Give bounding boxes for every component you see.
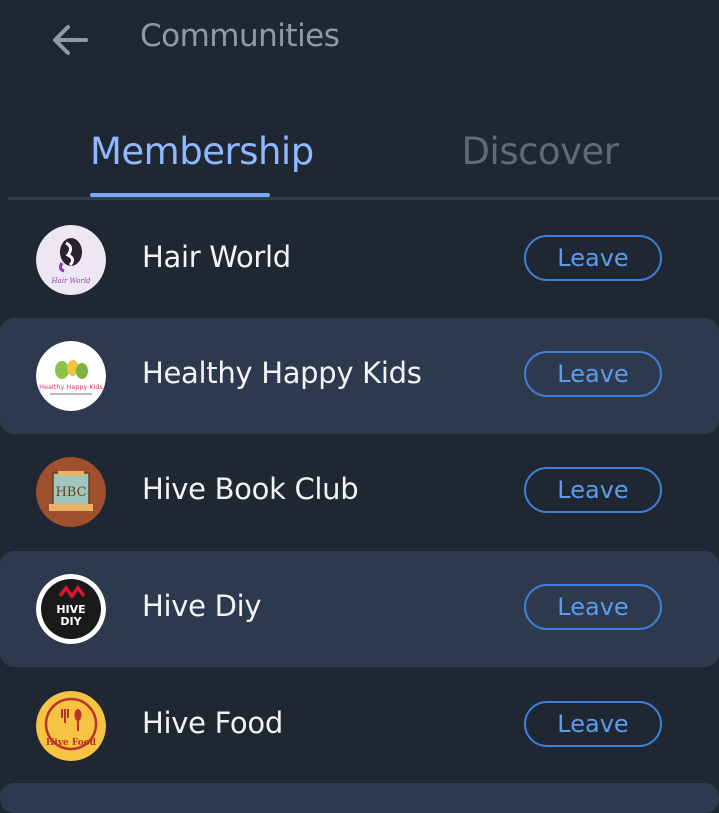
svg-text:Hive Food: Hive Food: [46, 738, 97, 748]
list-item[interactable]: Hair World Hair World Leave: [0, 202, 719, 318]
list-item[interactable]: HIVE DIY Hive Diy Leave: [0, 551, 719, 667]
avatar: Healthy Happy Kids: [36, 341, 106, 411]
app-header: Communities: [0, 0, 719, 82]
tab-membership[interactable]: Membership: [90, 130, 314, 190]
list-item[interactable]: Hive Food Hive Food Leave: [0, 668, 719, 784]
tab-discover[interactable]: Discover: [440, 130, 640, 190]
svg-text:HBC: HBC: [55, 485, 86, 500]
avatar: HBC: [36, 457, 106, 527]
avatar: Hive Food: [36, 691, 106, 761]
hive-food-logo-icon: Hive Food: [36, 691, 106, 761]
tab-membership-label: Membership: [90, 130, 314, 173]
community-name: Hair World: [142, 240, 291, 274]
community-name: Hive Food: [142, 706, 283, 740]
arrow-left-icon: [53, 25, 88, 55]
hive-diy-logo-icon: HIVE DIY: [36, 574, 106, 644]
svg-text:DIY: DIY: [60, 615, 82, 628]
list-item[interactable]: [0, 783, 719, 813]
leave-button[interactable]: Leave: [524, 351, 662, 397]
leave-button[interactable]: Leave: [524, 701, 662, 747]
hair-world-logo-icon: Hair World: [36, 225, 106, 295]
page-title: Communities: [140, 18, 340, 54]
community-name: Hive Diy: [142, 589, 262, 623]
svg-text:Hair World: Hair World: [50, 277, 91, 285]
tabs-divider: [8, 197, 719, 200]
back-button[interactable]: [48, 18, 92, 62]
healthy-happy-kids-logo-icon: Healthy Happy Kids: [36, 341, 106, 411]
leave-button[interactable]: Leave: [524, 467, 662, 513]
community-name: Hive Book Club: [142, 472, 359, 506]
tab-discover-label: Discover: [461, 130, 619, 173]
community-name: Healthy Happy Kids: [142, 356, 422, 390]
hive-book-club-logo-icon: HBC: [36, 457, 106, 527]
leave-button[interactable]: Leave: [524, 584, 662, 630]
avatar: HIVE DIY: [36, 574, 106, 644]
svg-text:Healthy Happy Kids: Healthy Happy Kids: [39, 383, 103, 391]
leave-button[interactable]: Leave: [524, 235, 662, 281]
avatar: Hair World: [36, 225, 106, 295]
list-item[interactable]: Healthy Happy Kids Healthy Happy Kids Le…: [0, 318, 719, 434]
list-item[interactable]: HBC Hive Book Club Leave: [0, 434, 719, 550]
tab-bar: Membership Discover: [0, 112, 719, 200]
